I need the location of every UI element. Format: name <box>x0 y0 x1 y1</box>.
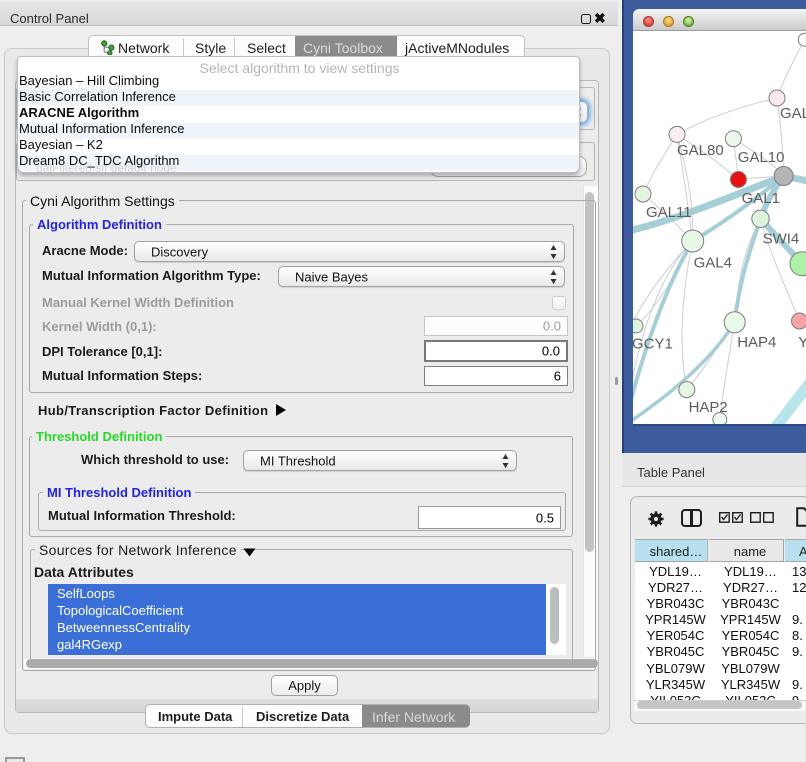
svg-text:GAL11: GAL11 <box>646 204 692 221</box>
svg-text:HAP4: HAP4 <box>737 334 776 351</box>
svg-text:GAL80: GAL80 <box>677 142 724 159</box>
svg-text:GCY1: GCY1 <box>633 335 673 352</box>
svg-text:HAP2: HAP2 <box>689 399 728 416</box>
svg-text:GAL4: GAL4 <box>694 254 732 271</box>
svg-text:GAL1: GAL1 <box>742 190 780 207</box>
svg-text:GAL10: GAL10 <box>738 149 785 166</box>
svg-text:GAL: GAL <box>780 105 806 122</box>
svg-text:SWI4: SWI4 <box>763 231 800 248</box>
svg-text:Y: Y <box>798 334 806 351</box>
